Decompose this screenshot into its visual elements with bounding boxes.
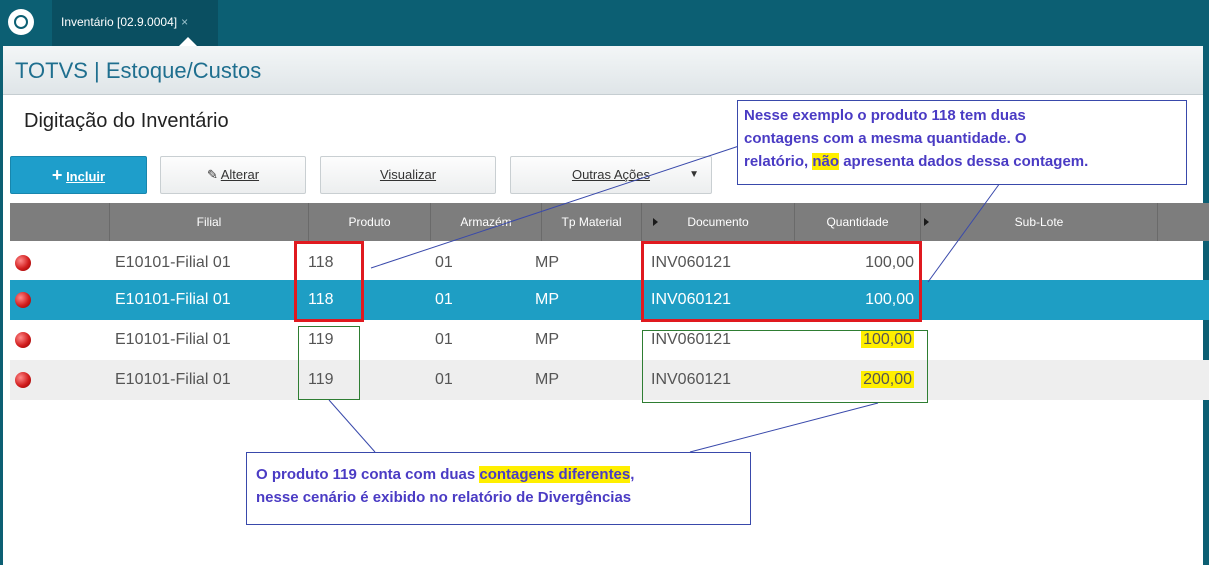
note-text: O produto 119 conta com duas xyxy=(256,466,480,483)
note-line: contagens com a mesma quantidade. O xyxy=(744,130,1027,147)
note-text: relatório, xyxy=(744,153,813,170)
annotation-note-top: Nesse exemplo o produto 118 tem duas con… xyxy=(737,100,1187,185)
callout-line xyxy=(370,144,743,269)
note-line: O produto 119 conta com duas contagens d… xyxy=(256,463,741,486)
note-line: Nesse exemplo o produto 118 tem duas xyxy=(744,107,1026,124)
callout-line xyxy=(328,399,376,453)
callout-line xyxy=(927,182,1001,283)
callout-line xyxy=(689,402,879,453)
annotation-note-bottom: O produto 119 conta com duas contagens d… xyxy=(246,452,751,525)
note-text: , xyxy=(630,466,635,483)
note-highlight: contagens diferentes xyxy=(479,466,631,483)
note-line: relatório, não apresenta dados dessa con… xyxy=(744,150,1180,173)
note-text: apresenta dados dessa contagem. xyxy=(839,153,1089,170)
note-highlight: não xyxy=(812,153,840,170)
note-line: nesse cenário é exibido no relatório de … xyxy=(256,489,632,506)
